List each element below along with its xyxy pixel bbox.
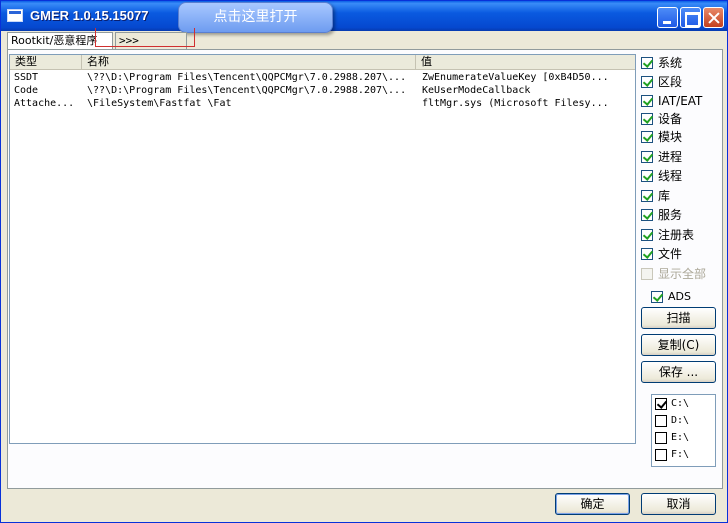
drive-item-d[interactable]: D:\ — [655, 414, 713, 429]
checkbox[interactable] — [641, 209, 653, 221]
cell-value: ZwEnumerateValueKey [0xB4D50... — [422, 72, 609, 83]
checkbox — [641, 268, 653, 280]
checkbox[interactable] — [641, 190, 653, 202]
option-services[interactable]: 服务 — [641, 207, 725, 223]
cell-type: Attache... — [14, 98, 75, 109]
cell-value: KeUserModeCallback — [422, 85, 531, 96]
cell-type: Code — [14, 85, 39, 96]
option-threads[interactable]: 线程 — [641, 168, 725, 184]
scan-button[interactable]: 扫描 — [641, 307, 716, 329]
checkbox[interactable] — [641, 229, 653, 241]
checkbox[interactable] — [641, 151, 653, 163]
title-bar[interactable]: GMER 1.0.15.15077 — [1, 1, 727, 31]
checkbox[interactable] — [641, 113, 653, 125]
results-list[interactable]: 类型 名称 值 SSDT \??\D:\Program Files\Tencen… — [9, 54, 636, 444]
checkbox[interactable] — [641, 248, 653, 260]
cancel-button[interactable]: 取消 — [641, 493, 716, 515]
list-header: 类型 名称 值 — [10, 55, 635, 70]
copy-button[interactable]: 复制(C) — [641, 334, 716, 356]
option-ads[interactable]: ADS — [651, 289, 711, 305]
table-row[interactable]: Code \??\D:\Program Files\Tencent\QQPCMg… — [10, 84, 635, 97]
checkbox[interactable] — [641, 76, 653, 88]
checkbox[interactable] — [641, 170, 653, 182]
checkbox[interactable] — [655, 398, 667, 410]
checkbox[interactable] — [655, 449, 667, 461]
checkbox[interactable] — [641, 57, 653, 69]
option-devices[interactable]: 设备 — [641, 111, 725, 127]
tab-rootkit-malware[interactable]: Rootkit/恶意程序 — [7, 32, 113, 50]
drive-item-e[interactable]: E:\ — [655, 431, 713, 446]
drive-item-c[interactable]: C:\ — [655, 397, 713, 412]
save-button[interactable]: 保存 ... — [641, 361, 716, 383]
option-registry[interactable]: 注册表 — [641, 227, 725, 243]
option-processes[interactable]: 进程 — [641, 149, 725, 165]
option-sections[interactable]: 区段 — [641, 74, 725, 90]
cell-name: \FileSystem\Fastfat \Fat — [87, 98, 232, 109]
checkbox[interactable] — [641, 131, 653, 143]
cell-type: SSDT — [14, 72, 39, 83]
window-title: GMER 1.0.15.15077 — [30, 8, 149, 23]
column-header-type[interactable]: 类型 — [10, 55, 82, 70]
table-row[interactable]: Attache... \FileSystem\Fastfat \Fat fltM… — [10, 97, 635, 110]
column-header-name[interactable]: 名称 — [82, 55, 416, 70]
gmer-window: GMER 1.0.15.15077 点击这里打开 Rootkit/恶意程序 >>… — [0, 0, 728, 523]
checkbox[interactable] — [641, 95, 653, 107]
option-system[interactable]: 系统 — [641, 55, 725, 71]
option-show-all: 显示全部 — [641, 266, 725, 282]
cell-name: \??\D:\Program Files\Tencent\QQPCMgr\7.0… — [87, 85, 407, 96]
checkbox[interactable] — [655, 432, 667, 444]
tab-more[interactable]: >>> — [115, 32, 187, 50]
cell-name: \??\D:\Program Files\Tencent\QQPCMgr\7.0… — [87, 72, 407, 83]
option-libraries[interactable]: 库 — [641, 188, 725, 204]
checkbox[interactable] — [651, 291, 663, 303]
checkbox[interactable] — [655, 415, 667, 427]
app-window-icon — [7, 9, 23, 22]
column-header-value[interactable]: 值 — [416, 55, 635, 70]
drive-item-f[interactable]: F:\ — [655, 448, 713, 463]
maximize-button[interactable] — [680, 7, 701, 28]
close-button[interactable] — [703, 7, 724, 28]
ok-button[interactable]: 确定 — [555, 493, 630, 515]
cell-value: fltMgr.sys (Microsoft Filesy... — [422, 98, 609, 109]
option-files[interactable]: 文件 — [641, 246, 725, 262]
table-row[interactable]: SSDT \??\D:\Program Files\Tencent\QQPCMg… — [10, 71, 635, 84]
drive-list[interactable]: C:\ D:\ E:\ F:\ — [651, 394, 716, 467]
option-modules[interactable]: 模块 — [641, 129, 725, 145]
hint-callout: 点击这里打开 — [178, 2, 333, 33]
option-iat-eat[interactable]: IAT/EAT — [641, 93, 725, 109]
minimize-button[interactable] — [657, 7, 678, 28]
